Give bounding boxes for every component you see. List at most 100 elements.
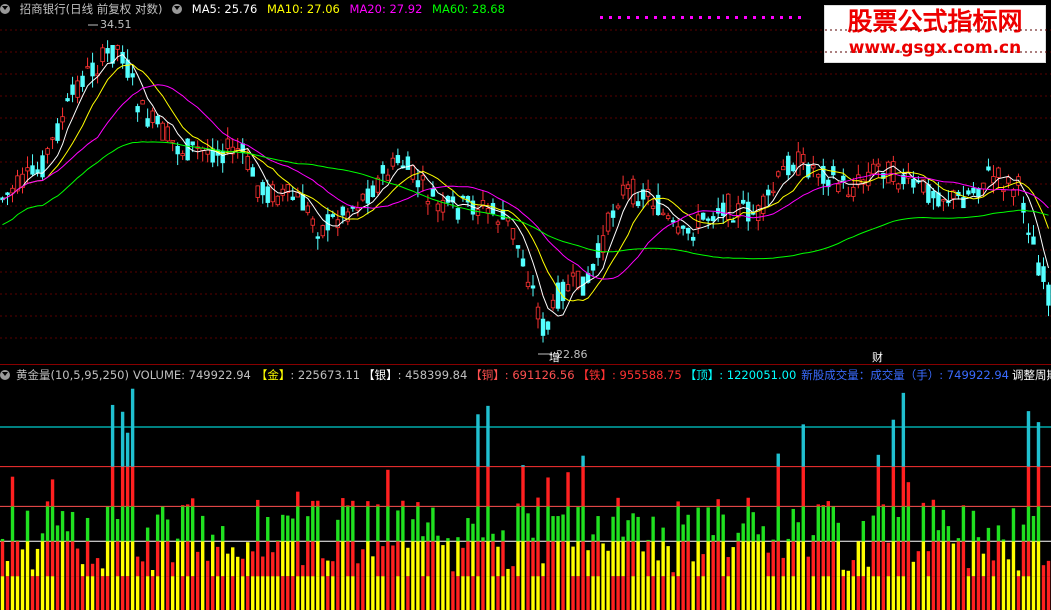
volume-bar — [801, 424, 805, 467]
volume-bar — [521, 506, 525, 542]
volume-bar — [15, 576, 20, 610]
volume-bar — [741, 523, 745, 542]
volume-bar — [351, 576, 355, 610]
volume-bar — [936, 530, 941, 542]
volume-bar — [991, 576, 996, 610]
volume-bar — [806, 576, 810, 610]
volume-bar — [821, 576, 825, 610]
volume-bar — [95, 558, 100, 577]
volume-bar — [806, 556, 810, 577]
volume-bar — [316, 500, 320, 507]
candle-body — [761, 195, 766, 214]
volume-bar — [961, 505, 966, 507]
volume-bar — [261, 576, 265, 610]
volume-bar — [816, 541, 820, 577]
volume-bar — [170, 562, 175, 577]
volume-bar — [486, 541, 490, 577]
volume-bar — [546, 506, 550, 542]
candle-body — [741, 199, 746, 204]
candle-body — [525, 281, 531, 288]
volume-bar — [1001, 576, 1006, 610]
candle-body — [55, 123, 60, 141]
volume-bar — [1036, 541, 1041, 577]
volume-bar — [536, 541, 540, 577]
volume-bar — [601, 576, 605, 610]
volume-bar — [291, 518, 295, 542]
candle-body — [610, 210, 616, 218]
candle-body — [1036, 262, 1041, 276]
volume-bar — [190, 506, 195, 542]
volume-bar — [831, 541, 835, 577]
volume-bar — [281, 576, 285, 610]
volume-bar — [1041, 565, 1046, 577]
volume-bar — [190, 541, 195, 577]
volume-bar — [266, 541, 270, 577]
volume-bar — [666, 576, 670, 610]
volume-bar — [160, 576, 165, 610]
volume-bar — [631, 576, 635, 610]
volume-bar — [376, 576, 380, 610]
volume-bar — [105, 576, 110, 610]
candle-body — [771, 190, 776, 194]
volume-bar — [120, 411, 125, 467]
volume-bar — [120, 466, 125, 507]
volume-bar — [75, 548, 80, 577]
volume-bar — [456, 576, 460, 610]
candle-body — [856, 174, 861, 186]
volume-bar — [641, 576, 645, 610]
volume-bar — [651, 516, 655, 542]
signal-dot — [798, 16, 801, 19]
volume-bar — [566, 472, 570, 507]
volume-bar — [671, 572, 675, 577]
min-price-label: 22.86 — [556, 348, 588, 361]
volume-bar — [85, 541, 90, 577]
volume-bar — [751, 541, 755, 577]
volume-bar — [125, 506, 130, 542]
volume-bar — [256, 506, 260, 542]
volume-bar — [721, 576, 725, 610]
candle-body — [250, 167, 255, 177]
candle-body — [876, 163, 881, 167]
volume-bar — [471, 523, 475, 542]
chart-canvas[interactable]: 34.51 22.86增 财 — [0, 0, 1051, 610]
volume-bar — [551, 576, 555, 610]
volume-bar — [516, 576, 520, 610]
candle-body — [781, 166, 786, 171]
volume-bar — [666, 546, 670, 577]
volume-bar — [671, 576, 675, 610]
event-marker: 财 — [872, 350, 883, 364]
signal-dot — [789, 16, 792, 19]
volume-bar — [0, 576, 5, 610]
candle-body — [120, 51, 125, 64]
volume-bar — [771, 576, 775, 610]
volume-bar — [135, 556, 140, 577]
candle-body — [700, 212, 706, 220]
volume-bar — [296, 491, 300, 507]
volume-bar — [956, 538, 961, 542]
volume-bar — [951, 576, 956, 610]
volume-bar — [881, 504, 886, 507]
volume-bar — [771, 539, 775, 542]
volume-bar — [961, 576, 966, 610]
candle-body — [100, 47, 105, 63]
volume-bar — [466, 541, 470, 577]
volume-bar — [180, 576, 185, 610]
signal-dot — [762, 16, 765, 19]
volume-bar — [65, 531, 70, 542]
volume-bar — [331, 576, 335, 610]
candle-body — [105, 48, 110, 54]
candle-body — [846, 194, 851, 197]
volume-bar — [906, 576, 911, 610]
volume-bar — [60, 576, 65, 610]
candle-body — [330, 214, 336, 217]
candle-body — [766, 189, 771, 196]
volume-bar — [841, 576, 846, 610]
candle-body — [831, 166, 836, 176]
candle-body — [145, 118, 150, 127]
volume-bar — [826, 576, 830, 610]
volume-bar — [1021, 541, 1026, 577]
volume-bar — [451, 576, 455, 610]
volume-bar — [771, 541, 775, 577]
volume-bar — [20, 576, 25, 610]
volume-bar — [906, 506, 911, 542]
